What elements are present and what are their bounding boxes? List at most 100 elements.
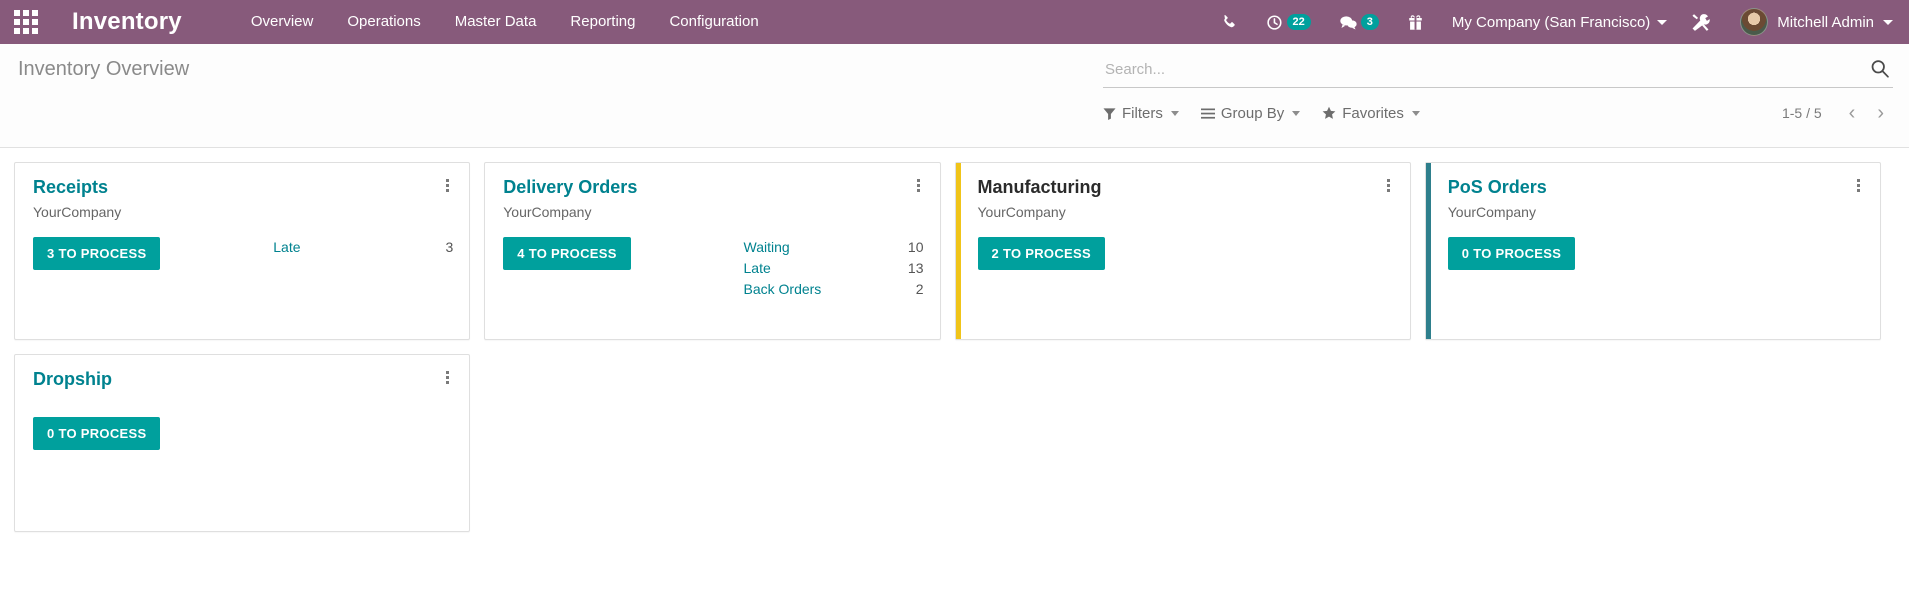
filter-funnel-icon: [1103, 107, 1116, 120]
card-title[interactable]: Delivery Orders: [503, 177, 637, 199]
card-kebab-menu-icon[interactable]: [907, 177, 924, 194]
card-body: 2 TO PROCESS: [978, 237, 1394, 270]
gift-icon: [1407, 14, 1424, 31]
chevron-down-icon: [1657, 20, 1667, 25]
avatar: [1740, 8, 1768, 36]
card-stat-label[interactable]: Late: [273, 237, 300, 258]
search-box[interactable]: [1103, 58, 1893, 88]
group-by-lines-icon: [1201, 107, 1215, 120]
menu-item-configuration[interactable]: Configuration: [652, 0, 775, 44]
filter-row: Filters Group By Favorit: [1103, 103, 1893, 123]
menu-item-operations[interactable]: Operations: [330, 0, 437, 44]
phone-icon: [1221, 14, 1238, 31]
to-process-button[interactable]: 2 TO PROCESS: [978, 237, 1105, 270]
card-kebab-menu-icon[interactable]: [436, 177, 453, 194]
group-by-label: Group By: [1221, 105, 1284, 122]
kanban-card-wrapper: Manufacturing YourCompany 2 TO PROCESS: [955, 162, 1425, 354]
card-company-subtitle: YourCompany: [978, 204, 1394, 220]
messages-icon: [1339, 14, 1358, 31]
to-process-button[interactable]: 0 TO PROCESS: [1448, 237, 1575, 270]
card-header: Manufacturing: [978, 177, 1394, 199]
navbar-right-section: 22 3 My Company (San Francisco): [1207, 0, 1909, 44]
breadcrumb: Inventory Overview: [16, 58, 189, 81]
card-stat-row[interactable]: Waiting10: [744, 237, 924, 258]
card-stat-value: 13: [908, 258, 924, 279]
kanban-view: Receipts YourCompany 3 TO PROCESS Late 3 Deli…: [0, 148, 1909, 546]
filters-dropdown[interactable]: Filters: [1103, 105, 1179, 122]
gift-button[interactable]: [1393, 0, 1438, 44]
control-panel: Inventory Overview Filters: [0, 44, 1909, 148]
chevron-down-icon: [1412, 111, 1420, 116]
card-stat-label[interactable]: Late: [744, 258, 771, 279]
pager-next-button[interactable]: ›: [1868, 103, 1893, 123]
card-stats: Waiting10Late 13 Back Orders 2: [744, 237, 924, 300]
card-stat-label[interactable]: Back Orders: [744, 279, 822, 300]
chevron-down-icon: [1883, 20, 1893, 25]
kanban-card[interactable]: Dropship 0 TO PROCESS: [14, 354, 470, 532]
star-icon: [1322, 106, 1336, 120]
card-title[interactable]: Dropship: [33, 369, 112, 391]
pager: 1-5 / 5 ‹ ›: [1782, 103, 1893, 123]
card-stat-value: 2: [916, 279, 924, 300]
menu-item-master-data[interactable]: Master Data: [438, 0, 554, 44]
chevron-down-icon: [1292, 111, 1300, 116]
user-name: Mitchell Admin: [1777, 14, 1874, 31]
activities-badge: 22: [1287, 14, 1311, 30]
card-body: 0 TO PROCESS: [33, 417, 453, 450]
card-title[interactable]: Manufacturing: [978, 177, 1102, 199]
card-body: 4 TO PROCESS Waiting10Late 13 Back Orders 2: [503, 237, 923, 300]
pager-label: 1-5 / 5: [1782, 105, 1822, 121]
card-accent-bar: [956, 163, 961, 339]
to-process-button[interactable]: 3 TO PROCESS: [33, 237, 160, 270]
main-menu: Overview Operations Master Data Reportin…: [234, 0, 776, 44]
kanban-card[interactable]: PoS Orders YourCompany 0 TO PROCESS: [1425, 162, 1881, 340]
menu-item-reporting[interactable]: Reporting: [553, 0, 652, 44]
search-input[interactable]: [1103, 61, 1867, 78]
user-menu[interactable]: Mitchell Admin: [1724, 8, 1893, 36]
pager-previous-button[interactable]: ‹: [1840, 103, 1865, 123]
to-process-button[interactable]: 4 TO PROCESS: [503, 237, 630, 270]
card-stat-label[interactable]: Waiting: [744, 237, 790, 258]
kanban-card-wrapper: ReceiptsYourCompany3 TO PROCESSLate3: [14, 162, 484, 354]
kanban-card[interactable]: Delivery Orders YourCompany 4 TO PROCESS Wa…: [484, 162, 940, 340]
kanban-card-wrapper: Delivery Orders YourCompany 4 TO PROCESS Wa…: [484, 162, 954, 354]
search-button[interactable]: [1867, 58, 1893, 80]
activities-button[interactable]: 22: [1252, 0, 1325, 44]
card-kebab-menu-icon[interactable]: [1377, 177, 1394, 194]
card-stat-value: 3: [445, 237, 453, 258]
card-stat-row[interactable]: Late 3: [273, 237, 453, 258]
card-header: Dropship: [33, 369, 453, 391]
card-stats: Late 3: [273, 237, 453, 258]
kanban-card[interactable]: Manufacturing YourCompany 2 TO PROCESS: [955, 162, 1411, 340]
card-company-subtitle: YourCompany: [503, 204, 923, 220]
phone-button[interactable]: [1207, 0, 1252, 44]
apps-menu-toggle[interactable]: [0, 0, 52, 44]
card-stat-row[interactable]: Back Orders 2: [744, 279, 924, 300]
card-title[interactable]: Receipts: [33, 177, 108, 199]
card-title[interactable]: PoS Orders: [1448, 177, 1547, 199]
card-header: Delivery Orders: [503, 177, 923, 199]
app-brand-inventory[interactable]: Inventory: [72, 8, 182, 36]
messages-button[interactable]: 3: [1325, 0, 1393, 44]
card-kebab-menu-icon[interactable]: [1847, 177, 1864, 194]
to-process-button[interactable]: 0 TO PROCESS: [33, 417, 160, 450]
card-header: PoS Orders: [1448, 177, 1864, 199]
company-switcher[interactable]: My Company (San Francisco): [1438, 14, 1677, 31]
card-kebab-menu-icon[interactable]: [436, 369, 453, 386]
messages-badge: 3: [1361, 14, 1379, 30]
card-stat-row[interactable]: Late 13: [744, 258, 924, 279]
favorites-dropdown[interactable]: Favorites: [1322, 105, 1420, 122]
menu-item-overview[interactable]: Overview: [234, 0, 331, 44]
kanban-card[interactable]: ReceiptsYourCompany3 TO PROCESSLate3: [14, 162, 470, 340]
card-accent-bar: [1426, 163, 1431, 339]
developer-tools-button[interactable]: [1677, 0, 1724, 44]
card-body: 0 TO PROCESS: [1448, 237, 1864, 270]
kanban-card-wrapper: Dropship 0 TO PROCESS: [14, 354, 484, 546]
company-name: My Company (San Francisco): [1452, 14, 1650, 31]
card-header: Receipts: [33, 177, 453, 199]
group-by-dropdown[interactable]: Group By: [1201, 105, 1300, 122]
top-navbar: Inventory Overview Operations Master Dat…: [0, 0, 1909, 44]
kanban-card-wrapper: PoS Orders YourCompany 0 TO PROCESS: [1425, 162, 1895, 354]
card-body: 3 TO PROCESS Late 3: [33, 237, 453, 270]
card-company-subtitle: YourCompany: [1448, 204, 1864, 220]
